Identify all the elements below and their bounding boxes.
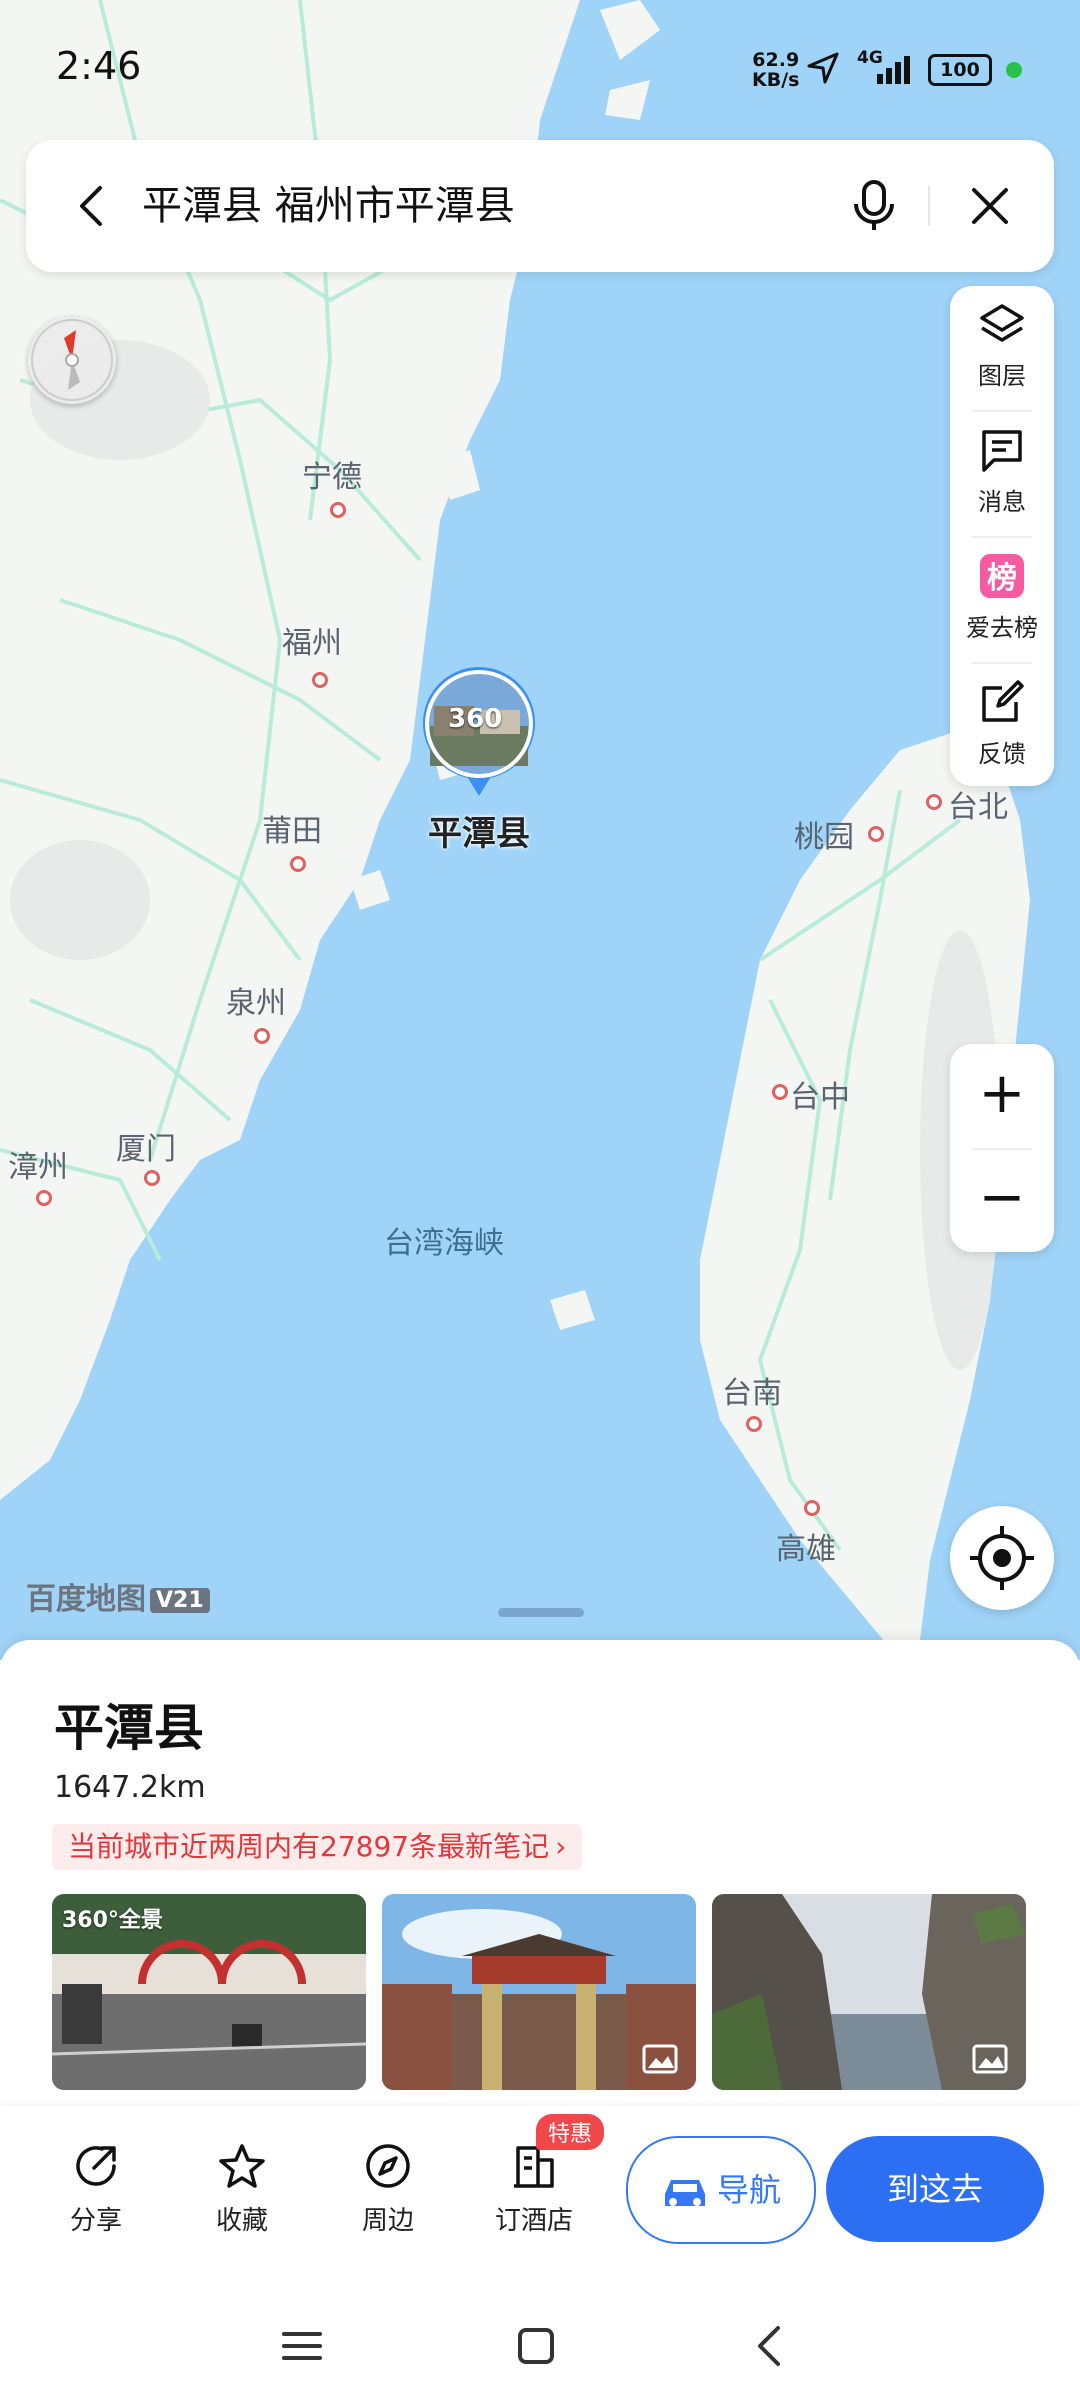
place-title: 平潭县 [54,1699,204,1757]
city-dot [926,794,942,810]
search-bar[interactable]: 平潭县 福州市平潭县 [26,140,1054,272]
map-label-taizhong[interactable]: 台中 [790,1072,850,1116]
place-distance: 1647.2km [54,1770,206,1805]
system-navigation-bar [0,2286,1080,2400]
tool-label: 消息 [978,488,1026,516]
map-label-tainan[interactable]: 台南 [722,1368,782,1412]
pin-label[interactable]: 平潭县 [428,806,530,855]
watermark-text: 百度地图 [26,1582,146,1617]
message-icon [982,430,1022,472]
action-bar: 分享 收藏 周边 订酒店 特惠 导航 到这去 [0,2106,1080,2286]
locate-button[interactable] [950,1506,1054,1610]
share-icon [76,2146,116,2186]
map-label-zhangzhou[interactable]: 漳州 [8,1142,68,1186]
feedback-icon [982,680,1024,722]
gallery-icon [972,2044,1008,2074]
tool-label: 图层 [978,362,1026,390]
star-icon [219,2144,265,2188]
city-dot [868,826,884,842]
navigate-label: 导航 [716,2171,781,2209]
chevron-right-icon: › [555,1830,567,1863]
nearby-label: 周边 [361,2206,414,2236]
location-pin[interactable]: 360 [420,666,538,806]
map-label-fuzhou[interactable]: 福州 [282,618,342,662]
back-icon[interactable] [64,178,120,234]
layers-icon [980,304,1024,342]
gallery-icon [642,2044,678,2074]
zoom-out-button[interactable]: − [950,1148,1054,1252]
city-dot [36,1190,52,1206]
nearby-button[interactable]: 周边 [328,2140,448,2237]
zoom-controls: + − [950,1044,1054,1252]
map-label-strait: 台湾海峡 [384,1226,504,1261]
tool-messages[interactable]: 消息 [950,412,1054,536]
promo-badge: 特惠 [536,2114,605,2150]
signal-icon [877,56,910,84]
pin-360-badge: 360 [448,704,503,734]
search-query[interactable]: 平潭县 福州市平潭县 [142,176,515,236]
home-icon[interactable] [506,2316,566,2376]
microphone-icon[interactable] [842,174,906,238]
city-dot [746,1416,762,1432]
place-photo-panorama[interactable]: 360°全景 [52,1894,366,2090]
hotel-label: 订酒店 [494,2206,573,2236]
tool-layers[interactable]: 图层 [950,286,1054,410]
map-label-gaoxiong[interactable]: 高雄 [776,1524,836,1568]
panorama-badge: 360°全景 [62,1908,163,1933]
crosshair-icon [970,1526,1034,1590]
tool-label: 反馈 [978,740,1026,768]
network-speed-unit: KB/s [752,69,800,91]
privacy-indicator-dot [1006,62,1022,78]
book-hotel-button[interactable]: 订酒店 [474,2140,594,2237]
navigate-button[interactable]: 导航 [626,2136,816,2244]
map-tools-panel: 图层 消息 榜 爱去榜 反馈 [950,286,1054,786]
city-dot [144,1170,160,1186]
pin-marker-icon [423,667,535,796]
car-icon [664,2180,705,2206]
place-photo-gate[interactable] [382,1894,696,2090]
notes-banner[interactable]: 当前城市近两周内有27897条最新笔记 › [52,1824,583,1870]
close-icon[interactable] [960,176,1020,236]
map-label-taoyuan[interactable]: 桃园 [794,812,854,856]
svg-text:榜: 榜 [987,561,1017,596]
map-label-xiamen[interactable]: 厦门 [116,1124,176,1168]
zoom-in-button[interactable]: + [950,1044,1054,1148]
favorite-button[interactable]: 收藏 [182,2140,302,2237]
map-label-quanzhou[interactable]: 泉州 [226,978,286,1022]
city-dot [290,856,306,872]
favorite-label: 收藏 [215,2206,268,2236]
share-button[interactable]: 分享 [36,2140,156,2237]
notes-banner-text: 当前城市近两周内有27897条最新笔记 [68,1830,550,1863]
city-dot [772,1084,788,1100]
tool-ranking[interactable]: 榜 爱去榜 [950,538,1054,662]
ranking-icon: 榜 [980,554,1024,598]
map-label-putian[interactable]: 莆田 [262,806,322,850]
map-label-taibei[interactable]: 台北 [948,782,1008,826]
compass-button[interactable] [28,316,116,404]
back-nav-icon[interactable] [740,2316,800,2376]
map-label-ningde[interactable]: 宁德 [302,452,362,496]
compass-icon [31,319,113,401]
sheet-drag-handle[interactable] [498,1608,584,1617]
battery-icon: 100 [928,54,992,86]
share-label: 分享 [69,2206,122,2236]
tool-label: 爱去榜 [966,614,1038,642]
network-speed-value: 62.9 [752,49,800,71]
map-watermark: 百度地图 V21 [26,1574,210,1618]
city-dot [330,502,346,518]
city-dot [254,1028,270,1044]
search-separator [928,186,930,226]
city-dot [804,1500,820,1516]
watermark-version: V21 [150,1588,210,1613]
city-dot [312,672,328,688]
status-bar: 2:46 62.9 KB/s 4G 100 [0,0,1080,130]
tool-feedback[interactable]: 反馈 [950,664,1054,788]
compass-nearby-icon [366,2144,410,2188]
status-time: 2:46 [56,44,142,88]
go-here-button[interactable]: 到这去 [826,2136,1044,2242]
location-arrow-icon [807,52,839,84]
menu-icon[interactable] [272,2316,332,2376]
network-speed: 62.9 KB/s [752,50,799,90]
place-photo-coast[interactable] [712,1894,1026,2090]
